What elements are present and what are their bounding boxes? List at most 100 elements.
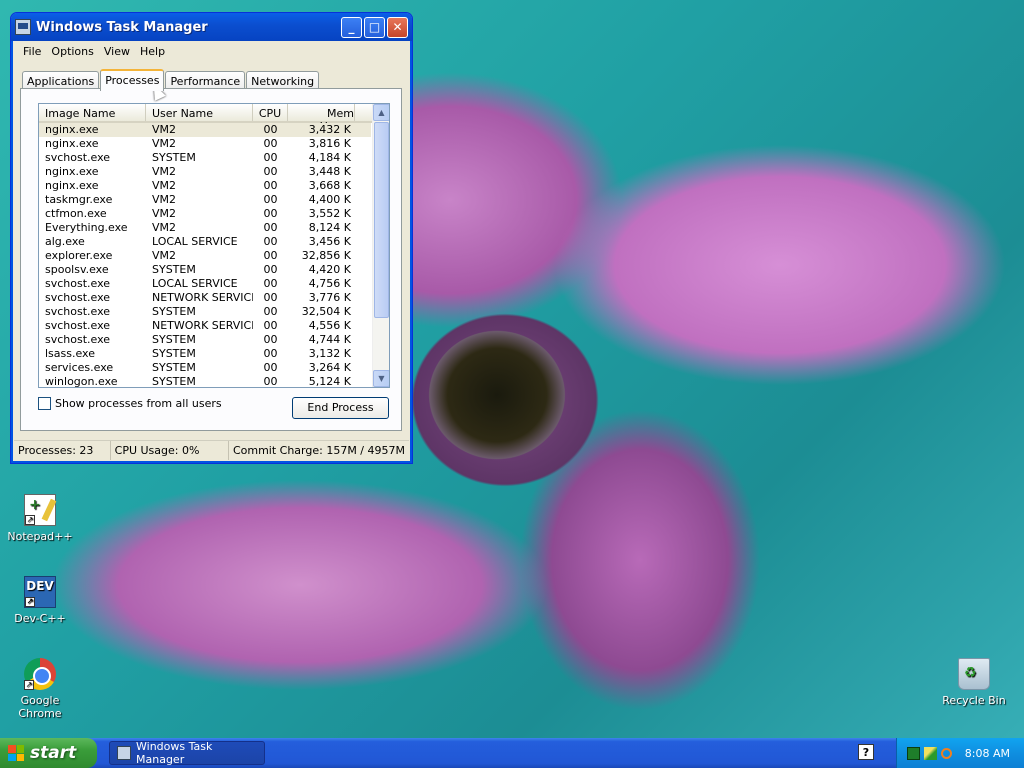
close-button[interactable]: ✕ (387, 16, 408, 38)
status-commit-charge: Commit Charge: 157M / 4957M (232, 444, 405, 457)
process-user-name: SYSTEM (152, 361, 196, 374)
process-mem-usage: 3,432 K (308, 123, 351, 136)
process-row[interactable]: svchost.exe LOCAL SERVICE 00 4,756 K (39, 277, 371, 291)
desktop-icon-notepadpp[interactable]: ↗ Notepad++ (0, 494, 80, 543)
process-row[interactable]: explorer.exe VM2 00 32,856 K (39, 249, 371, 263)
process-list-scrollbar[interactable]: ▲ ▼ (372, 104, 389, 387)
process-mem-usage: 3,552 K (308, 207, 351, 220)
desktop-icon-devcpp[interactable]: DEV ↗ Dev-C++ (0, 576, 80, 625)
process-row[interactable]: nginx.exe VM2 00 3,448 K (39, 165, 371, 179)
tray-app-icon[interactable] (907, 746, 920, 760)
process-row[interactable]: services.exe SYSTEM 00 3,264 K (39, 361, 371, 375)
end-process-button[interactable]: End Process (292, 397, 389, 419)
desktop-icon-chrome[interactable]: ↗ Google Chrome (0, 658, 80, 720)
process-cpu: 00 (263, 193, 278, 206)
scroll-up-arrow-icon[interactable]: ▲ (373, 104, 389, 121)
menu-options[interactable]: Options (46, 43, 98, 60)
process-image-name: services.exe (45, 361, 114, 374)
process-image-name: svchost.exe (45, 319, 111, 332)
process-row[interactable]: nginx.exe VM2 00 3,432 K (39, 123, 371, 137)
process-row[interactable]: winlogon.exe SYSTEM 00 5,124 K (39, 375, 371, 388)
clock[interactable]: 8:08 AM (965, 747, 1010, 760)
devcpp-icon: DEV ↗ (24, 576, 56, 608)
process-row[interactable]: nginx.exe VM2 00 3,668 K (39, 179, 371, 193)
process-user-name: NETWORK SERVICE (152, 291, 253, 304)
process-user-name: VM2 (152, 137, 177, 150)
process-row[interactable]: Everything.exe VM2 00 8,124 K (39, 221, 371, 235)
process-cpu: 00 (263, 235, 278, 248)
process-row[interactable]: svchost.exe NETWORK SERVICE 00 3,776 K (39, 291, 371, 305)
process-user-name: VM2 (152, 193, 177, 206)
process-image-name: ctfmon.exe (45, 207, 107, 220)
menu-file[interactable]: File (18, 43, 46, 60)
show-all-users-label: Show processes from all users (55, 397, 222, 410)
maximize-button[interactable]: □ (364, 16, 385, 38)
menu-help[interactable]: Help (135, 43, 170, 60)
task-manager-icon (117, 746, 131, 760)
process-cpu: 00 (263, 263, 278, 276)
process-row[interactable]: spoolsv.exe SYSTEM 00 4,420 K (39, 263, 371, 277)
process-row[interactable]: svchost.exe SYSTEM 00 4,744 K (39, 333, 371, 347)
process-cpu: 00 (263, 277, 278, 290)
process-cpu: 00 (263, 151, 278, 164)
process-mem-usage: 4,420 K (308, 263, 351, 276)
recycle-bin-icon (958, 658, 990, 690)
task-manager-window: Windows Task Manager _ □ ✕ File Options … (10, 12, 413, 464)
desktop-icon-recycle-bin[interactable]: Recycle Bin (934, 658, 1014, 707)
process-row[interactable]: ctfmon.exe VM2 00 3,552 K (39, 207, 371, 221)
column-image-name[interactable]: Image Name (39, 104, 146, 121)
process-cpu: 00 (263, 249, 278, 262)
process-image-name: nginx.exe (45, 165, 99, 178)
column-cpu[interactable]: CPU (253, 104, 288, 121)
process-mem-usage: 4,556 K (308, 319, 351, 332)
process-list[interactable]: Image Name User Name CPU Mem Usage nginx… (38, 103, 390, 388)
column-user-name[interactable]: User Name (146, 104, 253, 121)
process-mem-usage: 3,816 K (308, 137, 351, 150)
start-button[interactable]: start (0, 738, 97, 768)
menu-view[interactable]: View (99, 43, 135, 60)
process-row[interactable]: svchost.exe SYSTEM 00 32,504 K (39, 305, 371, 319)
process-image-name: spoolsv.exe (45, 263, 109, 276)
process-user-name: VM2 (152, 207, 177, 220)
help-icon[interactable]: ? (858, 744, 874, 760)
search-icon[interactable] (941, 747, 952, 759)
process-cpu: 00 (263, 305, 278, 318)
taskbar-button-label: Windows Task Manager (136, 740, 213, 766)
process-row[interactable]: svchost.exe NETWORK SERVICE 00 4,556 K (39, 319, 371, 333)
network-icon[interactable] (924, 746, 937, 760)
process-user-name: SYSTEM (152, 305, 196, 318)
process-mem-usage: 4,400 K (308, 193, 351, 206)
column-mem-usage[interactable]: Mem Usage (288, 104, 355, 133)
scroll-down-arrow-icon[interactable]: ▼ (373, 370, 389, 387)
desktop-icon-label: Recycle Bin (942, 694, 1006, 707)
scrollbar-thumb[interactable] (374, 122, 389, 318)
process-image-name: nginx.exe (45, 137, 99, 150)
process-cpu: 00 (263, 179, 278, 192)
minimize-button[interactable]: _ (341, 16, 362, 38)
show-all-users-checkbox[interactable] (38, 397, 51, 410)
notepadpp-icon: ↗ (24, 494, 56, 526)
process-user-name: LOCAL SERVICE (152, 277, 238, 290)
process-mem-usage: 5,124 K (308, 375, 351, 388)
show-all-users-option[interactable]: Show processes from all users (38, 397, 222, 410)
desktop-icon-label: Google Chrome (18, 694, 62, 720)
process-image-name: alg.exe (45, 235, 85, 248)
process-row[interactable]: nginx.exe VM2 00 3,816 K (39, 137, 371, 151)
process-user-name: NETWORK SERVICE (152, 319, 253, 332)
process-row[interactable]: svchost.exe SYSTEM 00 4,184 K (39, 151, 371, 165)
taskbar-button-task-manager[interactable]: Windows Task Manager (109, 740, 265, 766)
process-cpu: 00 (263, 221, 278, 234)
process-user-name: VM2 (152, 179, 177, 192)
title-bar[interactable]: Windows Task Manager _ □ ✕ (11, 13, 412, 41)
process-cpu: 00 (263, 207, 278, 220)
windows-logo-icon (8, 745, 24, 761)
process-row[interactable]: alg.exe LOCAL SERVICE 00 3,456 K (39, 235, 371, 249)
process-cpu: 00 (263, 347, 278, 360)
process-mem-usage: 32,856 K (301, 249, 351, 262)
tab-processes[interactable]: Processes (100, 69, 165, 91)
status-bar: Processes: 23 CPU Usage: 0% Commit Charg… (14, 440, 409, 460)
process-row[interactable]: lsass.exe SYSTEM 00 3,132 K (39, 347, 371, 361)
process-row[interactable]: taskmgr.exe VM2 00 4,400 K (39, 193, 371, 207)
process-image-name: Everything.exe (45, 221, 128, 234)
process-mem-usage: 3,264 K (308, 361, 351, 374)
